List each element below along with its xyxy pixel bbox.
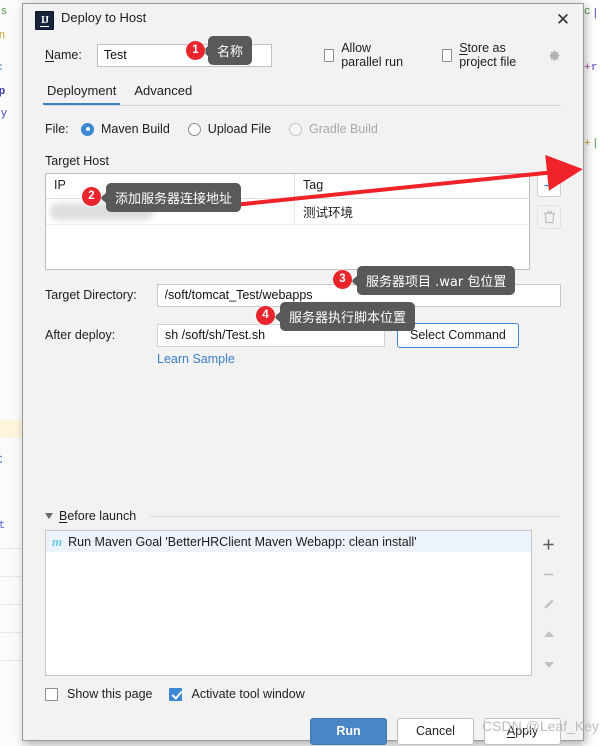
radio-maven-build[interactable]: Maven Build <box>81 122 170 136</box>
dialog-title: Deploy to Host <box>61 10 147 25</box>
column-header-tag[interactable]: Tag <box>295 174 529 198</box>
watermark: CSDN @Leaf_Key <box>482 718 599 734</box>
tab-bar: Deployment Advanced <box>42 83 561 105</box>
radio-gradle-build-dot <box>289 122 303 136</box>
list-item[interactable]: m Run Maven Goal 'BetterHRClient Maven W… <box>46 531 532 552</box>
before-launch-header[interactable]: Before launch <box>45 509 561 523</box>
move-up-button <box>541 626 557 642</box>
target-host-tools <box>537 173 561 270</box>
footer-checkboxes: Show this page Activate tool window <box>45 687 561 701</box>
cell-tag[interactable]: 测试环境 <box>295 202 529 221</box>
remove-task-button <box>541 566 557 582</box>
target-host-label: Target Host <box>45 154 109 168</box>
close-icon[interactable]: ✕ <box>551 8 575 32</box>
radio-gradle-build: Gradle Build <box>289 122 378 136</box>
activate-tool-window-checkbox[interactable] <box>169 687 183 701</box>
store-as-project-file-checkbox[interactable]: Store as project file <box>441 41 541 69</box>
background-editor-right: c | + r + | <box>582 0 607 746</box>
add-host-button[interactable] <box>537 173 561 197</box>
target-directory-label: Target Directory: <box>45 288 137 302</box>
before-launch-divider <box>150 515 561 517</box>
dialog-titlebar: IJ Deploy to Host ✕ <box>23 4 583 35</box>
before-launch-list[interactable]: m Run Maven Goal 'BetterHRClient Maven W… <box>45 530 533 676</box>
annotation-badge-2: 2 <box>82 187 101 206</box>
annotation-callout-1: 名称 <box>201 36 253 65</box>
radio-upload-file-dot[interactable] <box>187 122 201 136</box>
run-button[interactable]: Run <box>310 718 387 745</box>
show-this-page-checkbox[interactable] <box>45 687 58 701</box>
annotation-badge-3: 3 <box>333 270 352 289</box>
store-as-project-file-box[interactable] <box>441 48 453 62</box>
add-task-button[interactable] <box>541 536 557 552</box>
file-label: File: <box>45 122 69 136</box>
annotation-callout-4: 服务器执行脚本位置 <box>273 302 416 331</box>
edit-task-button <box>541 596 557 612</box>
annotation-callout-3: 服务器项目 .war 包位置 <box>350 266 516 295</box>
annotation-badge-4: 4 <box>256 306 275 325</box>
radio-upload-file-label: Upload File <box>207 122 272 136</box>
annotation-callout-2: 添加服务器连接地址 <box>99 183 242 212</box>
before-launch-title: Before launch <box>59 509 137 523</box>
radio-maven-build-label: Maven Build <box>101 122 170 136</box>
intellij-idea-icon: IJ <box>35 11 54 30</box>
show-this-page-label: Show this page <box>67 687 153 701</box>
radio-upload-file[interactable]: Upload File <box>187 122 272 136</box>
select-command-button[interactable]: Select Command <box>397 322 519 348</box>
cancel-button[interactable]: Cancel <box>397 718 474 745</box>
name-label: Name: <box>45 48 82 62</box>
store-as-project-file-label: Store as project file <box>459 41 517 69</box>
before-launch-tools <box>536 530 561 676</box>
deploy-to-host-dialog: IJ Deploy to Host ✕ Name: Allow parallel… <box>22 3 584 745</box>
tab-advanced[interactable]: Advanced <box>132 83 194 105</box>
activate-tool-window-label: Activate tool window <box>191 687 305 701</box>
name-row: Name: Allow parallel run Store as projec… <box>45 41 561 69</box>
annotation-badge-1: 1 <box>186 41 205 60</box>
allow-parallel-run-label: Allow parallel run <box>341 41 404 69</box>
maven-icon: m <box>52 533 63 549</box>
gear-icon[interactable] <box>548 49 561 62</box>
allow-parallel-run-checkbox[interactable]: Allow parallel run <box>323 41 414 69</box>
tab-deployment[interactable]: Deployment <box>42 83 121 105</box>
radio-gradle-build-label: Gradle Build <box>309 122 378 136</box>
chevron-down-icon[interactable] <box>45 513 53 519</box>
radio-maven-build-dot[interactable] <box>81 122 94 136</box>
move-down-button <box>541 656 557 672</box>
background-editor-left: es on c ap ry C et <box>0 0 22 746</box>
allow-parallel-run-box[interactable] <box>323 48 335 62</box>
file-row: File: Maven Build Upload File Gradle Bui… <box>45 116 561 142</box>
before-launch-box: m Run Maven Goal 'BetterHRClient Maven W… <box>45 530 561 676</box>
list-item-label: Run Maven Goal 'BetterHRClient Maven Web… <box>68 534 417 549</box>
after-deploy-label: After deploy: <box>45 328 116 342</box>
tab-divider <box>45 105 561 106</box>
delete-host-button <box>537 205 561 229</box>
learn-sample-link[interactable]: Learn Sample <box>157 352 561 366</box>
